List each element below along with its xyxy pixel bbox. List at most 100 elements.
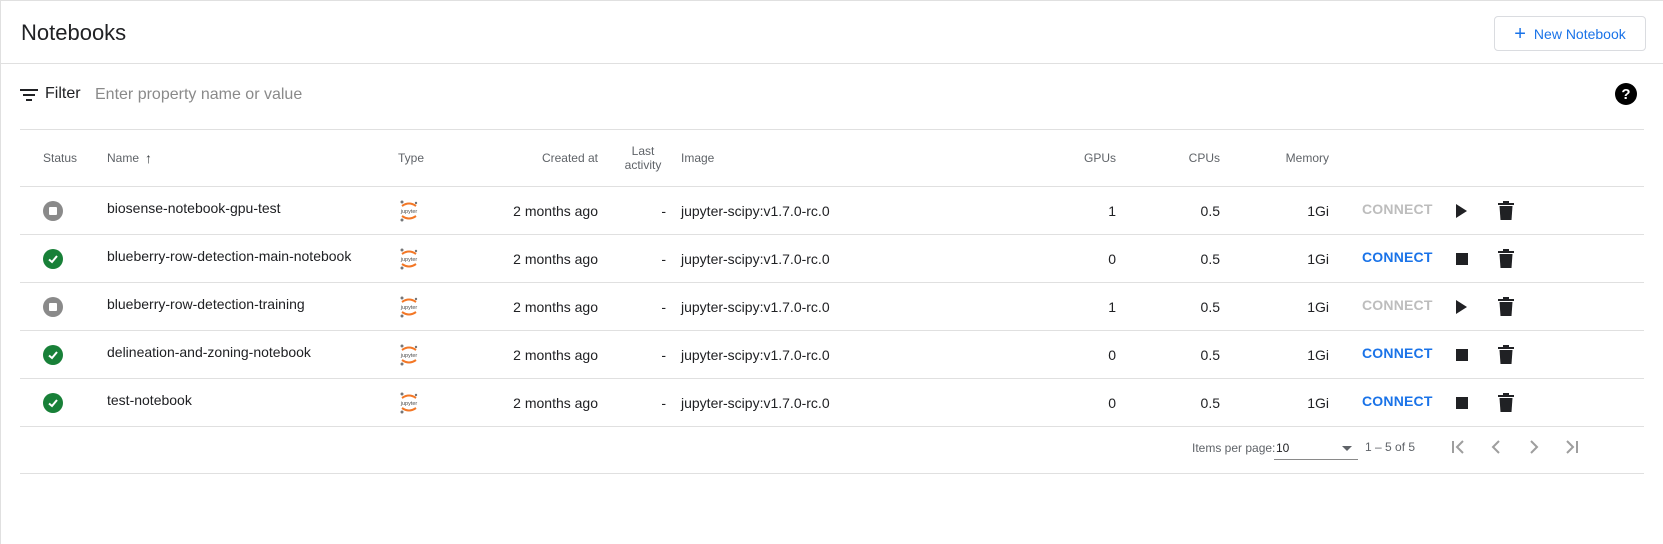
sort-ascending-icon: ↑ <box>145 150 153 166</box>
notebook-name: blueberry-row-detection-main-notebook <box>107 247 352 264</box>
start-stop-button[interactable] <box>1456 283 1467 330</box>
next-page-button[interactable] <box>1522 435 1546 459</box>
new-notebook-label: New Notebook <box>1533 25 1626 42</box>
first-page-icon <box>1452 440 1464 454</box>
image-name: jupyter-scipy:v1.7.0-rc.0 <box>681 346 830 363</box>
column-type: Type <box>398 151 425 165</box>
delete-button[interactable] <box>1498 235 1514 282</box>
memory-value: 1Gi <box>1307 250 1329 267</box>
last-page-icon <box>1566 440 1578 454</box>
cpus-value: 0.5 <box>1200 250 1220 267</box>
table-body: biosense-notebook-gpu-test jupyter 2 month… <box>20 187 1644 427</box>
memory-value: 1Gi <box>1307 346 1329 363</box>
table-row: delineation-and-zoning-notebook jupyter 2 … <box>20 331 1644 379</box>
jupyter-icon: jupyter <box>398 187 420 234</box>
svg-text:jupyter: jupyter <box>400 353 418 359</box>
status-cell <box>43 379 63 426</box>
caret-down-icon <box>1342 446 1352 451</box>
trash-icon <box>1498 201 1514 220</box>
chevron-right-icon <box>1530 440 1539 454</box>
last-activity: - <box>661 346 666 363</box>
new-notebook-button[interactable]: + New Notebook <box>1494 16 1646 51</box>
image-name: jupyter-scipy:v1.7.0-rc.0 <box>681 250 830 267</box>
created-at: 2 months ago <box>513 202 598 219</box>
status-cell <box>43 283 63 330</box>
created-at: 2 months ago <box>513 346 598 363</box>
status-running-icon <box>43 248 63 269</box>
paginator: Items per page: 10 1 – 5 of 5 <box>20 423 1644 474</box>
previous-page-button[interactable] <box>1484 435 1508 459</box>
delete-button[interactable] <box>1498 283 1514 330</box>
status-running-icon <box>43 344 63 365</box>
jupyter-icon: jupyter <box>398 235 420 282</box>
start-icon[interactable] <box>1456 203 1467 218</box>
start-stop-button[interactable] <box>1456 187 1467 234</box>
memory-value: 1Gi <box>1307 298 1329 315</box>
svg-text:jupyter: jupyter <box>400 257 418 263</box>
svg-text:jupyter: jupyter <box>400 305 418 311</box>
delete-button[interactable] <box>1498 331 1514 378</box>
last-activity: - <box>661 298 666 315</box>
notebooks-table: Status Name ↑ Type Created at Last activ… <box>20 130 1644 427</box>
status-running-icon <box>43 392 63 413</box>
delete-button[interactable] <box>1498 187 1514 234</box>
connect-button[interactable]: CONNECT <box>1362 249 1433 265</box>
plus-icon: + <box>1514 22 1526 45</box>
connect-button[interactable]: CONNECT <box>1362 345 1433 361</box>
notebook-name: biosense-notebook-gpu-test <box>107 199 281 216</box>
column-memory: Memory <box>1285 151 1329 165</box>
jupyter-icon: jupyter <box>398 283 420 330</box>
jupyter-icon: jupyter <box>398 379 420 426</box>
gpus-value: 0 <box>1108 394 1116 411</box>
page-range-label: 1 – 5 of 5 <box>1365 440 1416 454</box>
start-stop-button[interactable] <box>1456 331 1468 378</box>
column-created: Created at <box>541 151 598 165</box>
first-page-button[interactable] <box>1446 435 1470 459</box>
filter-input[interactable] <box>93 80 697 110</box>
trash-icon <box>1498 345 1514 364</box>
cpus-value: 0.5 <box>1200 394 1220 411</box>
stop-icon[interactable] <box>1456 348 1468 361</box>
table-row: blueberry-row-detection-main-notebook jup… <box>20 235 1644 283</box>
jupyter-icon: jupyter <box>398 331 420 378</box>
connect-button[interactable]: CONNECT <box>1362 393 1433 409</box>
items-per-page-label: Items per page: <box>1192 441 1276 455</box>
table-row: biosense-notebook-gpu-test jupyter 2 month… <box>20 187 1644 235</box>
status-stopped-icon <box>43 296 63 317</box>
memory-value: 1Gi <box>1307 202 1329 219</box>
column-name[interactable]: Name ↑ <box>107 130 152 186</box>
last-page-button[interactable] <box>1560 435 1584 459</box>
table-row: test-notebook jupyter 2 months ago - jupyter… <box>20 379 1644 427</box>
gpus-value: 1 <box>1108 202 1116 219</box>
trash-icon <box>1498 393 1514 412</box>
image-name: jupyter-scipy:v1.7.0-rc.0 <box>681 202 830 219</box>
svg-text:jupyter: jupyter <box>400 209 418 215</box>
created-at: 2 months ago <box>513 250 598 267</box>
gpus-value: 0 <box>1108 346 1116 363</box>
stop-icon[interactable] <box>1456 396 1468 409</box>
cpus-value: 0.5 <box>1200 202 1220 219</box>
trash-icon <box>1498 249 1514 268</box>
cpus-value: 0.5 <box>1200 346 1220 363</box>
last-activity: - <box>661 394 666 411</box>
delete-button[interactable] <box>1498 379 1514 426</box>
created-at: 2 months ago <box>513 394 598 411</box>
items-per-page-select[interactable]: 10 <box>1274 437 1358 460</box>
help-icon[interactable]: ? <box>1615 83 1637 105</box>
table-header: Status Name ↑ Type Created at Last activ… <box>20 130 1644 187</box>
connect-button: CONNECT <box>1362 200 1433 217</box>
last-activity: - <box>661 250 666 267</box>
created-at: 2 months ago <box>513 298 598 315</box>
status-cell <box>43 187 63 234</box>
status-stopped-icon <box>43 200 63 221</box>
column-cpus: CPUs <box>1188 151 1220 165</box>
gpus-value: 1 <box>1108 298 1116 315</box>
status-cell <box>43 235 63 282</box>
start-icon[interactable] <box>1456 299 1467 314</box>
stop-icon[interactable] <box>1456 252 1468 265</box>
trash-icon <box>1498 297 1514 316</box>
page-header: Notebooks + New Notebook <box>0 0 1663 64</box>
start-stop-button[interactable] <box>1456 379 1468 426</box>
filter-label: Filter <box>45 85 81 102</box>
start-stop-button[interactable] <box>1456 235 1468 282</box>
